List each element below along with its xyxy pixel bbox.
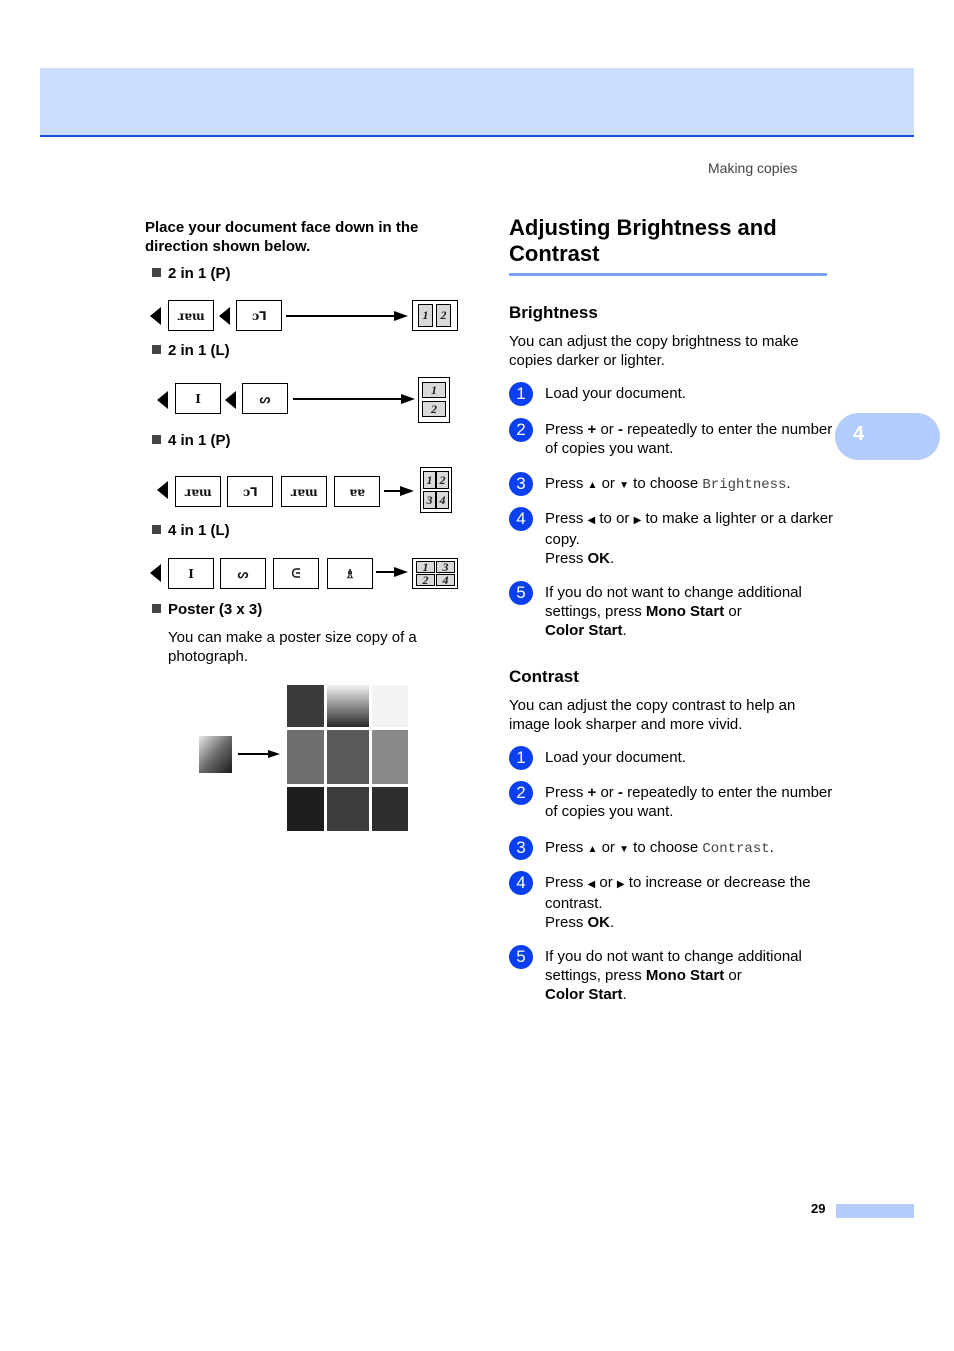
page-number: 29 [811, 1201, 826, 1216]
chapter-tab: 4 [835, 413, 940, 460]
result-cell: 4 [436, 574, 455, 586]
brightness-heading: Brightness [509, 303, 598, 322]
arrow-right-icon [394, 311, 408, 321]
arrow-line [376, 571, 396, 573]
down-arrow-icon: ▼ [619, 844, 630, 855]
result-cell: 4 [436, 491, 449, 509]
result-cell: 2 [436, 471, 449, 489]
arrow-line [286, 315, 394, 317]
result-cell: 1 [418, 304, 433, 327]
title-rule [509, 273, 827, 276]
poster-description: You can make a poster size copy of a pho… [168, 629, 417, 665]
layout-label-2in1p: 2 in 1 (P) [152, 265, 231, 282]
layout-label-4in1l: 4 in 1 (L) [152, 522, 230, 539]
chapter-number: 4 [853, 423, 865, 445]
bullet-square-icon [152, 268, 161, 277]
step-number-icon: 4 [509, 871, 533, 895]
result-cell: 3 [436, 561, 455, 573]
result-cell: 1 [423, 471, 436, 489]
step-number-icon: 3 [509, 472, 533, 496]
feed-direction-icon [157, 391, 168, 409]
result-sheet: 1 3 2 4 [412, 558, 458, 589]
step-number-icon: 3 [509, 836, 533, 860]
up-arrow-icon: ▲ [587, 844, 598, 855]
feed-direction-icon [219, 307, 230, 325]
document-page-icon: ᕮ [273, 558, 319, 589]
step-number-icon: 5 [509, 581, 533, 605]
result-cell: 1 [422, 382, 446, 398]
result-cell: 1 [416, 561, 435, 573]
up-arrow-icon: ▲ [587, 480, 598, 491]
document-page-icon: ɐɐ [334, 476, 380, 507]
contrast-heading: Contrast [509, 667, 579, 686]
feed-direction-icon [225, 391, 236, 409]
step-number-icon: 4 [509, 507, 533, 531]
document-page-icon: I [175, 383, 221, 414]
document-page-icon: ɹɐɯ [168, 300, 214, 331]
poster-illustration [199, 685, 408, 831]
document-page-icon: ɔ⅂ [227, 476, 273, 507]
layout-label-4in1p: 4 in 1 (P) [152, 432, 231, 449]
result-cell: 2 [416, 574, 435, 586]
bullet-square-icon [152, 604, 161, 613]
document-page-icon: ɹɐɯ [175, 476, 221, 507]
result-cell: 3 [423, 491, 436, 509]
diagram-2in1p: ɹɐɯ ɔ⅂ 1 2 [148, 300, 468, 332]
diagram-4in1p: ɹɐɯ ɔ⅂ ɹɐɯ ɐɐ 1 2 3 4 [148, 467, 468, 513]
document-page-icon: ɹɐɯ [281, 476, 327, 507]
arrow-right-icon [394, 567, 408, 577]
step-number-icon: 2 [509, 781, 533, 805]
document-page-icon: I [168, 558, 214, 589]
document-page-icon: ɔ⅂ [236, 300, 282, 331]
bullet-square-icon [152, 435, 161, 444]
arrow-right-icon [400, 486, 414, 496]
feed-direction-icon [150, 307, 161, 325]
section-title: Adjusting Brightness and Contrast [509, 215, 777, 266]
arrow-line [293, 398, 401, 400]
step-number-icon: 2 [509, 418, 533, 442]
bullet-square-icon [152, 345, 161, 354]
feed-direction-icon [150, 564, 161, 582]
diagram-4in1l: I ᔕ ᕮ ♗ 1 3 2 4 [148, 558, 468, 590]
page-number-bar [836, 1204, 914, 1218]
layout-label-poster: Poster (3 x 3) [152, 601, 262, 618]
right-arrow-icon: ▶ [616, 879, 625, 890]
step-number-icon: 5 [509, 945, 533, 969]
layout-label-2in1l: 2 in 1 (L) [152, 342, 230, 359]
feed-direction-icon [157, 481, 168, 499]
placement-instruction: Place your document face down in the dir… [145, 219, 419, 255]
document-page-icon: ᔕ [242, 383, 288, 414]
document-page-icon: ♗ [327, 558, 373, 589]
diagram-2in1l: I ᔕ 1 2 [148, 377, 468, 423]
result-sheet: 1 2 3 4 [420, 467, 452, 513]
brightness-intro: You can adjust the copy brightness to ma… [509, 333, 799, 369]
poster-tiles [287, 685, 408, 831]
document-page-icon: ᔕ [220, 558, 266, 589]
running-head: Making copies [708, 160, 798, 176]
bullet-square-icon [152, 525, 161, 534]
contrast-intro: You can adjust the copy contrast to help… [509, 697, 796, 733]
header-band [40, 68, 914, 137]
result-sheet: 1 2 [412, 300, 458, 331]
down-arrow-icon: ▼ [619, 480, 630, 491]
result-cell: 2 [436, 304, 451, 327]
result-cell: 2 [422, 401, 446, 417]
step-number-icon: 1 [509, 382, 533, 406]
arrow-right-icon [268, 750, 280, 758]
arrow-right-icon [401, 394, 415, 404]
step-number-icon: 1 [509, 746, 533, 770]
result-sheet: 1 2 [418, 377, 450, 423]
original-photo-thumbnail [199, 736, 232, 773]
